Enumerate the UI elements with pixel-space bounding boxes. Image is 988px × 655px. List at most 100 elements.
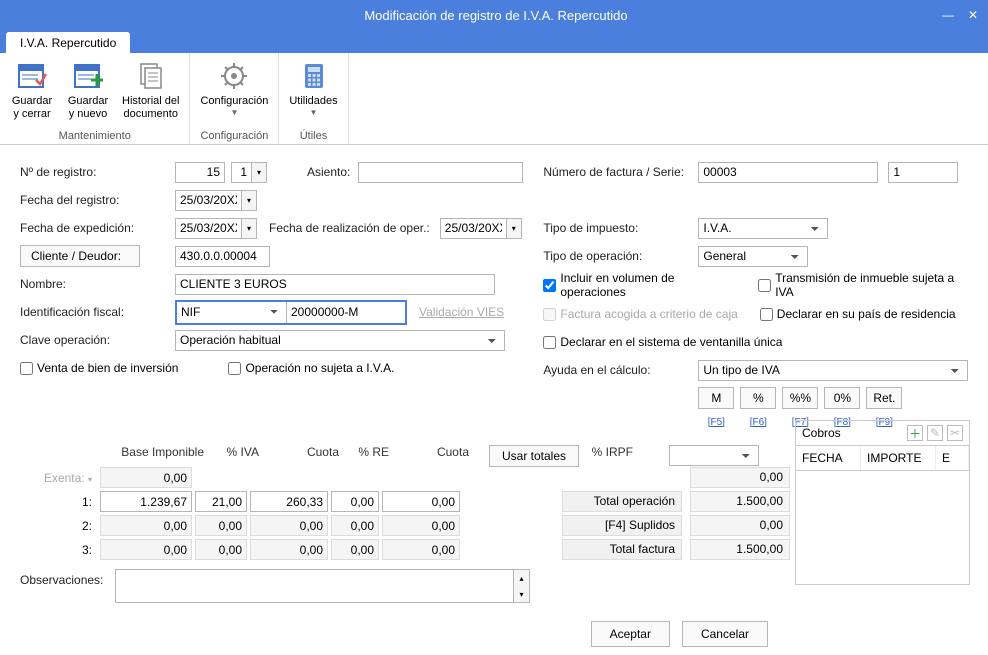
cobros-edit-icon[interactable]: ✎ (927, 425, 943, 441)
usar-totales-button[interactable]: Usar totales (489, 445, 579, 467)
tipo-imp-label: Tipo de impuesto: (543, 221, 698, 235)
row3-base[interactable] (100, 539, 192, 560)
row1-lbl: 1: (20, 495, 100, 509)
row2-cuota[interactable] (250, 515, 328, 536)
helper-pctpct-button[interactable]: %% (782, 387, 818, 409)
tab-strip: I.V.A. Repercutido (0, 30, 988, 53)
cobros-body (796, 471, 969, 584)
ayuda-label: Ayuda en el cálculo: (543, 363, 698, 377)
serie-field[interactable] (888, 162, 958, 183)
tipo-op-select[interactable]: General (698, 246, 808, 267)
cliente-field[interactable] (175, 246, 270, 267)
nro-registro-sub[interactable] (231, 162, 251, 183)
row-exenta-base[interactable] (100, 467, 192, 488)
fecha-real-field[interactable] (440, 218, 506, 239)
obs-scroll[interactable]: ▴▾ (514, 569, 530, 603)
ayuda-select[interactable]: Un tipo de IVA (698, 360, 968, 381)
helper-m-button[interactable]: M (698, 387, 734, 409)
row1-cuota2[interactable] (382, 491, 460, 512)
dropdown-icon[interactable]: ▾ (506, 218, 522, 239)
obs-label: Observaciones: (20, 569, 115, 587)
aceptar-button[interactable]: Aceptar (591, 621, 670, 647)
fecha-exp-label: Fecha de expedición: (20, 221, 175, 235)
num-factura-field[interactable] (698, 162, 878, 183)
calculator-icon (298, 60, 330, 92)
gear-icon (218, 60, 250, 92)
cobros-add-icon[interactable]: ＋ (907, 425, 923, 441)
helper-0pct-button[interactable]: 0% (824, 387, 860, 409)
row1-cuota[interactable] (250, 491, 328, 512)
chk-criterio: Factura acogida a criterio de caja (543, 307, 737, 321)
cobros-title: Cobros (802, 426, 841, 440)
total-operacion-lbl: Total operación (562, 491, 682, 512)
minimize-icon[interactable]: — (942, 8, 954, 22)
irpf-right-select[interactable] (669, 445, 759, 466)
nro-registro-label: Nº de registro: (20, 165, 175, 179)
clave-op-select[interactable]: Operación habitual (175, 330, 505, 351)
utilidades-button[interactable]: Utilidades ▼ (285, 58, 341, 128)
chk-transmision[interactable]: Transmisión de inmueble sujeta a IVA (758, 271, 968, 299)
row2-cuota2[interactable] (382, 515, 460, 536)
row3-cuota2[interactable] (382, 539, 460, 560)
row2-pctre[interactable] (331, 515, 379, 536)
configuracion-button[interactable]: Configuración ▼ (196, 58, 272, 128)
chk-ventanilla[interactable]: Declarar en el sistema de ventanilla úni… (543, 335, 782, 349)
row2-lbl: 2: (20, 519, 100, 533)
row1-base[interactable] (100, 491, 192, 512)
guardar-cerrar-button[interactable]: Guardar y cerrar (6, 58, 58, 128)
historial-button[interactable]: Historial del documento (118, 58, 183, 128)
ribbon-group-mantenimiento: Mantenimiento (59, 128, 131, 142)
hotkey-f6: [F6] (740, 417, 776, 428)
total-factura-val: 1.500,00 (690, 539, 790, 560)
total-factura-lbl: Total factura (562, 539, 682, 560)
row2-pctiva[interactable] (195, 515, 247, 536)
nro-registro-field[interactable] (175, 162, 225, 183)
hdr-cuota: Cuota (265, 445, 345, 467)
row3-pctre[interactable] (331, 539, 379, 560)
asiento-field[interactable] (358, 162, 523, 183)
chk-volumen[interactable]: Incluir en volumen de operaciones (543, 271, 736, 299)
window-title: Modificación de registro de I.V.A. Reper… (50, 8, 942, 23)
tipo-imp-select[interactable]: I.V.A. (698, 218, 828, 239)
chevron-down-icon: ▼ (230, 108, 238, 117)
fecha-registro-field[interactable] (175, 190, 241, 211)
chk-no-sujeta[interactable]: Operación no sujeta a I.V.A. (228, 361, 394, 375)
ribbon-group-config: Configuración (200, 128, 268, 142)
cliente-deudor-button[interactable]: Cliente / Deudor: (20, 245, 140, 267)
dropdown-icon[interactable]: ▾ (241, 218, 257, 239)
cobros-col-importe: IMPORTE (861, 446, 936, 470)
save-close-icon (16, 60, 48, 92)
ribbon: Guardar y cerrar Guardar y nuevo Histori… (0, 53, 988, 145)
tab-iva-repercutido[interactable]: I.V.A. Repercutido (6, 32, 130, 53)
helper-pct-button[interactable]: % (740, 387, 776, 409)
fecha-registro-label: Fecha del registro: (20, 193, 175, 207)
guardar-nuevo-button[interactable]: Guardar y nuevo (62, 58, 114, 128)
nombre-field[interactable] (175, 274, 495, 295)
cancelar-button[interactable]: Cancelar (682, 621, 768, 647)
vies-link[interactable]: Validación VIES (419, 305, 504, 319)
row3-pctiva[interactable] (195, 539, 247, 560)
suplidos-lbl: [F4] Suplidos (562, 515, 682, 536)
fecha-real-label: Fecha de realización de oper.: (269, 221, 430, 235)
asiento-label: Asiento: (307, 165, 350, 179)
cobros-delete-icon[interactable]: ✂ (947, 425, 963, 441)
irpf-total: 0,00 (690, 467, 790, 488)
id-num-field[interactable] (287, 302, 405, 323)
ribbon-group-utiles: Útiles (300, 128, 328, 142)
helper-ret-button[interactable]: Ret. (866, 387, 902, 409)
hdr-pctiva: % IVA (210, 445, 265, 467)
dropdown-icon[interactable]: ▾ (241, 190, 257, 211)
row1-pctiva[interactable] (195, 491, 247, 512)
cobros-col-e: E (936, 446, 969, 470)
chk-residencia[interactable]: Declarar en su país de residencia (760, 307, 956, 321)
chk-venta-inversion[interactable]: Venta de bien de inversión (20, 361, 178, 375)
row1-pctre[interactable] (331, 491, 379, 512)
dropdown-icon[interactable]: ▾ (251, 162, 267, 183)
row3-cuota[interactable] (250, 539, 328, 560)
id-tipo-select[interactable]: NIF (177, 302, 287, 323)
observaciones-field[interactable] (115, 569, 514, 603)
close-icon[interactable]: ✕ (968, 8, 978, 22)
cobros-col-fecha: FECHA (796, 446, 861, 470)
row2-base[interactable] (100, 515, 192, 536)
fecha-exp-field[interactable] (175, 218, 241, 239)
